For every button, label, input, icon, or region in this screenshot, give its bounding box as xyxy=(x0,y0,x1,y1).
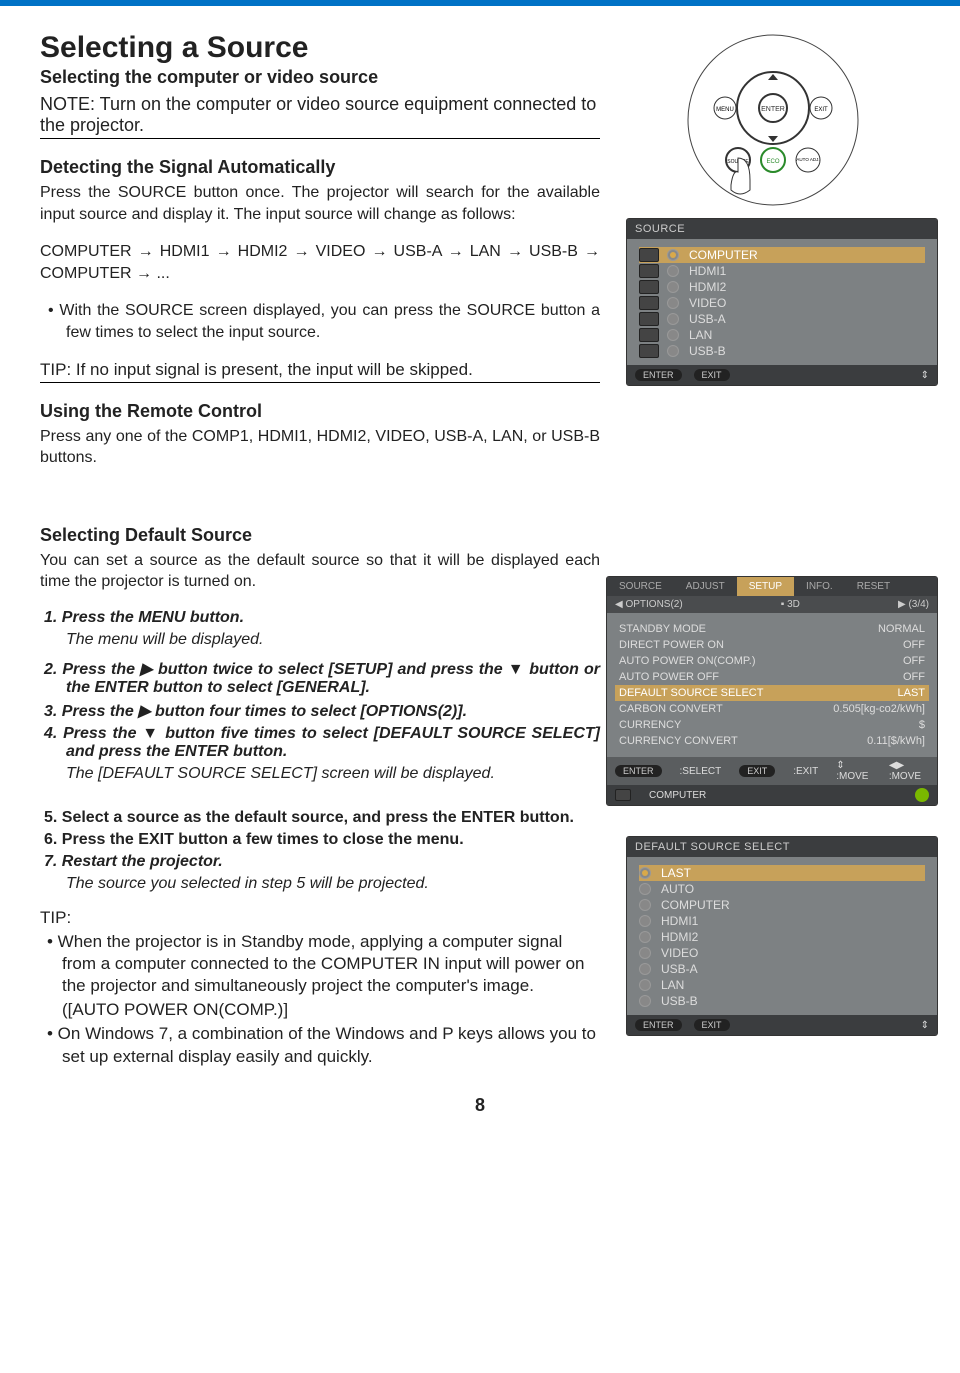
osd-foot-text: ◀▶ :MOVE xyxy=(889,760,929,782)
osd-dss-title: DEFAULT SOURCE SELECT xyxy=(627,837,937,857)
note-line: NOTE: Turn on the computer or video sour… xyxy=(40,94,600,139)
osd-row-k: CURRENCY CONVERT xyxy=(619,735,738,747)
tip-block: TIP: • When the projector is in Standby … xyxy=(40,907,600,1068)
detect-bullet: • With the SOURCE screen displayed, you … xyxy=(40,300,600,343)
exit-label: EXIT xyxy=(814,107,828,113)
page-subtitle: Selecting the computer or video source xyxy=(40,67,600,88)
osd-dss-item: USB-B xyxy=(661,994,698,1008)
osd-foot-text: :EXIT xyxy=(793,766,818,777)
remote-illustration: ENTER MENU EXIT SOURCE ECO AUTO ADJ. xyxy=(608,30,938,210)
autoadj-label: AUTO ADJ. xyxy=(796,157,819,162)
osd-source: SOURCE COMPUTER HDMI1 HDMI2 VIDEO USB-A … xyxy=(626,218,938,386)
osd-enter-pill: ENTER xyxy=(615,765,662,777)
osd-exit-pill: EXIT xyxy=(739,765,775,777)
osd-row-v: NORMAL xyxy=(878,623,925,635)
osd-dss-item: USB-A xyxy=(661,962,698,976)
osd-foot-text: ⇕ :MOVE xyxy=(836,760,871,782)
osd-src-item: USB-A xyxy=(689,312,726,326)
tip-line-1: TIP: If no input signal is present, the … xyxy=(40,360,600,383)
osd-src-item: HDMI2 xyxy=(689,280,726,294)
tip2-bullet-1b: ([AUTO POWER ON(COMP.)] xyxy=(40,999,600,1021)
osd-dss-item: VIDEO xyxy=(661,946,698,960)
osd-src-item: COMPUTER xyxy=(689,248,758,262)
detect-chain: COMPUTER → HDMI1 → HDMI2 → VIDEO → USB-A… xyxy=(40,241,600,284)
osd-setup: SOURCE ADJUST SETUP INFO. RESET ◀ OPTION… xyxy=(606,576,938,806)
osd-src-item: VIDEO xyxy=(689,296,726,310)
osd-source-title: SOURCE xyxy=(627,219,937,239)
osd-row-v: LAST xyxy=(897,687,925,699)
osd-tab: INFO. xyxy=(794,577,845,596)
osd-dss-item: LAN xyxy=(661,978,684,992)
osd-row-k: AUTO POWER ON(COMP.) xyxy=(619,655,756,667)
osd-dss-item: COMPUTER xyxy=(661,898,730,912)
step-7: 7. Restart the projector. xyxy=(40,853,600,871)
osd-tab: SOURCE xyxy=(607,577,674,596)
osd-enter-pill: ENTER xyxy=(635,1019,682,1031)
page-number: 8 xyxy=(0,1095,960,1116)
osd-row-v: OFF xyxy=(903,639,925,651)
osd-row-v: 0.505[kg-co2/kWh] xyxy=(833,703,925,715)
eco-icon xyxy=(915,788,929,802)
osd-sub-right: ▶ (3/4) xyxy=(898,599,929,610)
default-paragraph: You can set a source as the default sour… xyxy=(40,550,600,593)
osd-row-k: AUTO POWER OFF xyxy=(619,671,719,683)
osd-row-v: $ xyxy=(919,719,925,731)
osd-dss-item: HDMI2 xyxy=(661,930,698,944)
step-6: 6. Press the EXIT button a few times to … xyxy=(40,831,600,849)
osd-src-item: LAN xyxy=(689,328,712,342)
osd-exit-pill: EXIT xyxy=(694,1019,730,1031)
osd-sub-mid: ▪ 3D xyxy=(781,599,800,610)
osd-src-item: HDMI1 xyxy=(689,264,726,278)
step-2: 2. Press the ▶ button twice to select [S… xyxy=(40,659,600,697)
osd-foot-text: :SELECT xyxy=(680,766,722,777)
osd-tab-active: SETUP xyxy=(737,577,794,596)
osd-sub-left: ◀ OPTIONS(2) xyxy=(615,599,683,610)
menu-label: MENU xyxy=(716,107,734,113)
detect-heading: Detecting the Signal Automatically xyxy=(40,157,600,178)
default-heading: Selecting Default Source xyxy=(40,525,600,546)
step-7-note: The source you selected in step 5 will b… xyxy=(40,875,600,893)
step-5: 5. Select a source as the default source… xyxy=(40,809,600,827)
osd-row-k: DEFAULT SOURCE SELECT xyxy=(619,687,763,699)
osd-dss: DEFAULT SOURCE SELECT LAST AUTO COMPUTER… xyxy=(626,836,938,1036)
osd-source-body: COMPUTER HDMI1 HDMI2 VIDEO USB-A LAN USB… xyxy=(627,239,937,365)
osd-foot-computer: COMPUTER xyxy=(649,790,706,801)
osd-row-k: DIRECT POWER ON xyxy=(619,639,724,651)
osd-row-k: CARBON CONVERT xyxy=(619,703,723,715)
enter-label: ENTER xyxy=(761,106,785,113)
osd-row-v: 0.11[$/kWh] xyxy=(867,735,925,747)
page: Selecting a Source Selecting the compute… xyxy=(0,0,960,1130)
osd-dss-item: LAST xyxy=(661,866,691,880)
tip2-head: TIP: xyxy=(40,907,600,929)
osd-row-v: OFF xyxy=(903,671,925,683)
step-1-note: The menu will be displayed. xyxy=(40,631,600,649)
osd-enter-pill: ENTER xyxy=(635,369,682,381)
osd-tab: RESET xyxy=(845,577,902,596)
tip2-bullet-1: • When the projector is in Standby mode,… xyxy=(40,931,600,997)
step-3: 3. Press the ▶ button four times to sele… xyxy=(40,701,600,721)
remote-heading: Using the Remote Control xyxy=(40,401,600,422)
step-1: 1. Press the MENU button. xyxy=(40,609,600,627)
page-title: Selecting a Source xyxy=(40,31,600,65)
osd-dss-item: HDMI1 xyxy=(661,914,698,928)
remote-paragraph: Press any one of the COMP1, HDMI1, HDMI2… xyxy=(40,426,600,469)
main-column: Selecting a Source Selecting the compute… xyxy=(40,31,600,1068)
osd-row-k: STANDBY MODE xyxy=(619,623,706,635)
osd-row-v: OFF xyxy=(903,655,925,667)
step-4: 4. Press the ▼ button five times to sele… xyxy=(40,725,600,761)
osd-row-k: CURRENCY xyxy=(619,719,681,731)
osd-dss-item: AUTO xyxy=(661,882,694,896)
eco-label: ECO xyxy=(766,159,779,165)
tip2-bullet-2: • On Windows 7, a combination of the Win… xyxy=(40,1023,600,1067)
detect-paragraph: Press the SOURCE button once. The projec… xyxy=(40,182,600,225)
osd-src-item: USB-B xyxy=(689,344,726,358)
step-4-note: The [DEFAULT SOURCE SELECT] screen will … xyxy=(40,765,600,783)
osd-tab: ADJUST xyxy=(674,577,737,596)
osd-exit-pill: EXIT xyxy=(694,369,730,381)
